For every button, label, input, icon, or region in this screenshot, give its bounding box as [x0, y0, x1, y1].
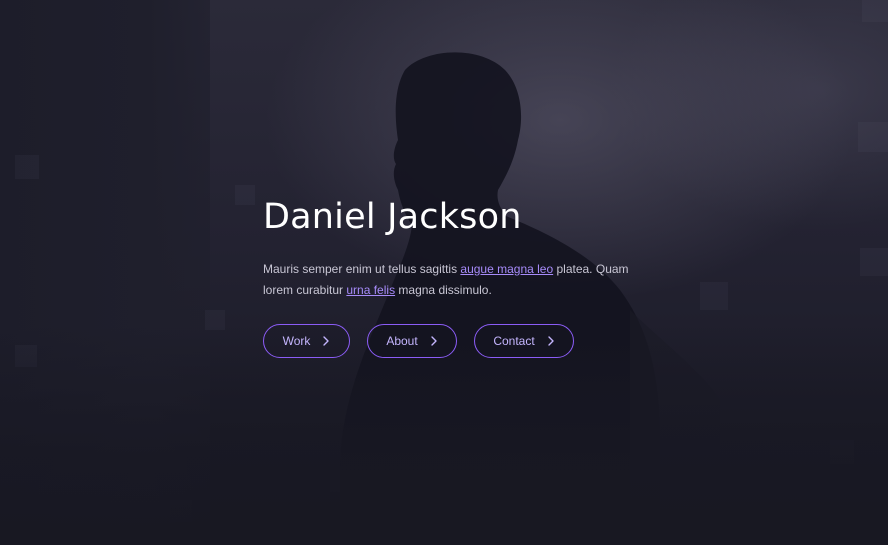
button-group: Work About Contact — [263, 324, 663, 358]
about-button[interactable]: About — [367, 324, 457, 358]
bottom-shade — [0, 325, 888, 545]
work-button-label: Work — [282, 334, 311, 348]
about-button-label: About — [386, 334, 418, 348]
hero-content: Daniel Jackson Mauris semper enim ut tel… — [263, 193, 663, 358]
decor-square — [860, 248, 888, 276]
decor-square — [15, 155, 39, 179]
chevron-right-icon — [323, 336, 330, 346]
work-button[interactable]: Work — [263, 324, 350, 358]
decor-square — [858, 122, 888, 152]
contact-button-label: Contact — [493, 334, 535, 348]
chevron-right-icon — [547, 336, 554, 346]
description-text: magna dissimulo. — [395, 283, 492, 297]
contact-button[interactable]: Contact — [474, 324, 574, 358]
decor-square — [235, 185, 255, 205]
description-text: Mauris semper enim ut tellus sagittis — [263, 262, 461, 276]
hero-description: Mauris semper enim ut tellus sagittis au… — [263, 259, 633, 301]
hero-section: Daniel Jackson Mauris semper enim ut tel… — [0, 0, 888, 545]
chevron-right-icon — [430, 336, 437, 346]
link-augue-magna-leo[interactable]: augue magna leo — [460, 262, 553, 276]
page-title: Daniel Jackson — [263, 197, 522, 237]
decor-square — [862, 0, 888, 22]
link-urna-felis[interactable]: urna felis — [346, 283, 395, 297]
